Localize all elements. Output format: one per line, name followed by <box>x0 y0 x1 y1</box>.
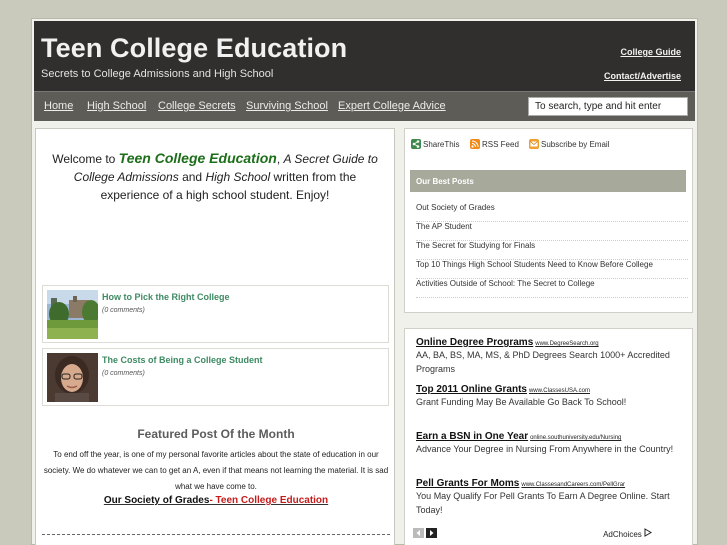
welcome-comma: , <box>276 152 284 166</box>
featured-body: To end off the year, is one of my person… <box>43 450 389 491</box>
nav-expert-college-advice[interactable]: Expert College Advice <box>338 100 446 112</box>
ad-next-icon[interactable] <box>426 528 437 538</box>
email-icon <box>529 139 539 149</box>
adchoices-icon <box>644 528 652 537</box>
campus-thumbnail-image[interactable] <box>47 290 98 339</box>
ad-url[interactable]: online.southuniversity.edu/Nursing <box>530 435 621 441</box>
contact-advertise-link[interactable]: Contact/Advertise <box>604 71 681 81</box>
post-title-link[interactable]: The Costs of Being a College Student <box>102 355 263 365</box>
nav-surviving-school[interactable]: Surviving School <box>246 100 328 112</box>
ad-text: You May Qualify For Pell Grants To Earn … <box>416 491 670 515</box>
featured-link-site[interactable]: - Teen College Education <box>209 495 328 506</box>
ad-url[interactable]: www.ClassesandCareers.com/PellGrar <box>521 482 625 488</box>
best-posts-heading: Our Best Posts <box>410 170 686 192</box>
search-input[interactable] <box>528 97 688 116</box>
welcome-and: and <box>178 170 206 184</box>
best-post-link[interactable]: Out Society of Grades <box>416 203 688 222</box>
ad-title-link[interactable]: Online Degree Programs <box>416 337 533 348</box>
ad-prev-icon[interactable] <box>413 528 424 538</box>
adchoices-label[interactable]: AdChoices <box>603 530 642 539</box>
ad-item[interactable]: Earn a BSN in One Year online.southuniver… <box>416 431 688 456</box>
nav-high-school[interactable]: High School <box>87 100 146 112</box>
adchoices-link[interactable]: AdChoices <box>603 528 652 539</box>
portrait-thumbnail-image[interactable] <box>47 353 98 402</box>
college-guide-link[interactable]: College Guide <box>620 47 681 57</box>
ad-url[interactable]: www.DegreeSearch.org <box>535 341 598 347</box>
welcome-text: Welcome to Teen College Education, A Sec… <box>44 149 386 204</box>
featured-heading: Featured Post Of the Month <box>137 427 295 441</box>
site-header: Teen College Education Secrets to Colleg… <box>34 21 695 91</box>
subscribe-email-button[interactable]: Subscribe by Email <box>529 139 609 149</box>
welcome-prefix: Welcome to <box>52 152 119 166</box>
ad-item[interactable]: Online Degree Programs www.DegreeSearch.o… <box>416 337 688 376</box>
post-comments[interactable]: (0 comments) <box>102 370 145 377</box>
sharethis-label[interactable]: ShareThis <box>423 140 459 149</box>
page-wrapper: Teen College Education Secrets to Colleg… <box>31 18 698 545</box>
divider <box>42 534 390 535</box>
rss-icon <box>470 139 480 149</box>
best-post-link[interactable]: The AP Student <box>416 222 688 241</box>
rss-feed-button[interactable]: RSS Feed <box>470 139 519 149</box>
post-comments[interactable]: (0 comments) <box>102 307 145 314</box>
ad-item[interactable]: Top 2011 Online Grants www.ClassesUSA.com… <box>416 384 688 409</box>
share-widget: ShareThis RSS Feed Subscribe by Email Ou… <box>404 128 693 313</box>
rss-feed-label[interactable]: RSS Feed <box>482 140 519 149</box>
ad-title-link[interactable]: Pell Grants For Moms <box>416 478 519 489</box>
share-icon <box>411 139 421 149</box>
nav-home[interactable]: Home <box>44 100 73 112</box>
ad-text: AA, BA, BS, MA, MS, & PhD Degrees Search… <box>416 350 670 374</box>
best-post-link[interactable]: Activities Outside of School: The Secret… <box>416 279 688 298</box>
ad-title-link[interactable]: Earn a BSN in One Year <box>416 431 528 442</box>
post-title-link[interactable]: How to Pick the Right College <box>102 292 230 302</box>
site-title[interactable]: Teen College Education <box>41 33 347 64</box>
post-card[interactable]: How to Pick the Right College (0 comment… <box>42 285 389 343</box>
featured-link-title[interactable]: Our Society of Grades <box>104 495 210 506</box>
ad-text: Advance Your Degree in Nursing From Anyw… <box>416 444 674 454</box>
sidebar: ShareThis RSS Feed Subscribe by Email Ou… <box>404 128 694 545</box>
featured-post-link[interactable]: Our Society of Grades- Teen College Educ… <box>36 495 396 506</box>
main-content: Welcome to Teen College Education, A Sec… <box>35 128 395 545</box>
ad-item[interactable]: Pell Grants For Moms www.ClassesandCareer… <box>416 478 688 517</box>
sharethis-button[interactable]: ShareThis <box>411 139 459 149</box>
subscribe-email-label[interactable]: Subscribe by Email <box>541 140 609 149</box>
ads-widget: Online Degree Programs www.DegreeSearch.o… <box>404 328 693 545</box>
main-nav: Home High School College Secrets Survivi… <box>34 91 695 121</box>
best-post-link[interactable]: The Secret for Studying for Finals <box>416 241 688 260</box>
ad-text: Grant Funding May Be Available Go Back T… <box>416 397 627 407</box>
post-card[interactable]: The Costs of Being a College Student (0 … <box>42 348 389 406</box>
site-tagline: Secrets to College Admissions and High S… <box>41 68 274 80</box>
welcome-hs: High School <box>205 170 271 184</box>
welcome-brand: Teen College Education <box>118 150 277 166</box>
best-post-link[interactable]: Top 10 Things High School Students Need … <box>416 260 688 279</box>
ad-title-link[interactable]: Top 2011 Online Grants <box>416 384 527 395</box>
nav-college-secrets[interactable]: College Secrets <box>158 100 236 112</box>
ad-url[interactable]: www.ClassesUSA.com <box>529 388 590 394</box>
